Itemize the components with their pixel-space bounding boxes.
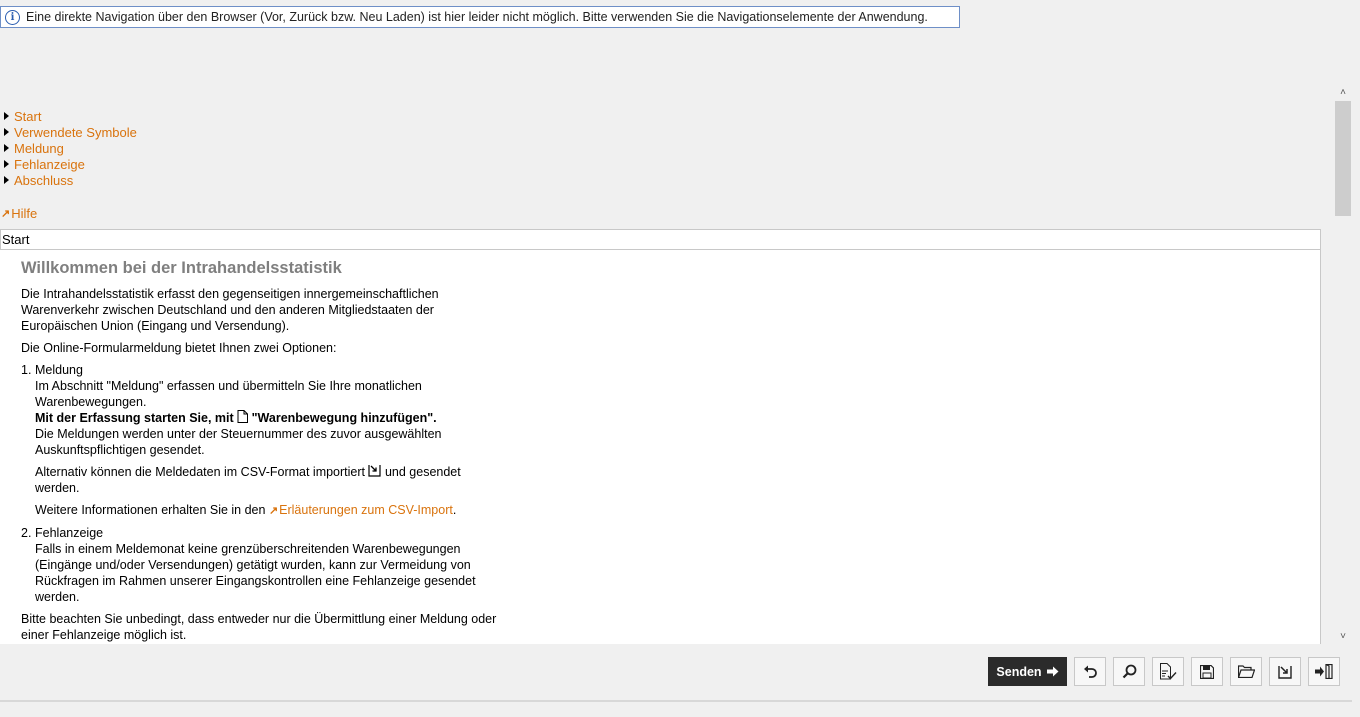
exit-icon [1315, 664, 1333, 679]
page-title: Willkommen bei der Intrahandelsstatistik [21, 259, 342, 277]
list-number: 2. [21, 526, 32, 540]
help-label[interactable]: Hilfe [11, 206, 37, 221]
csv-import-text: Alternativ können die Meldedaten im CSV-… [35, 464, 501, 496]
csv-import-link[interactable]: ↗Erläuterungen zum CSV-Import [269, 503, 453, 517]
check-document-button[interactable] [1152, 657, 1184, 686]
info-line: Weitere Informationen erhalten Sie in de… [35, 502, 501, 519]
intro-text: Die Intrahandelsstatistik erfasst den ge… [21, 287, 439, 333]
section-header: Start [0, 229, 1321, 250]
list-number: 1. [21, 363, 32, 377]
save-button[interactable] [1191, 657, 1223, 686]
exit-button[interactable] [1308, 657, 1340, 686]
nav-item-label[interactable]: Fehlanzeige [14, 157, 85, 172]
expand-triangle-icon [4, 176, 9, 184]
csv-prefix: Alternativ können die Meldedaten im CSV-… [35, 465, 369, 479]
content-panel: Willkommen bei der Intrahandelsstatistik… [0, 250, 1321, 644]
vertical-scrollbar[interactable]: ˄ ˅ [1334, 85, 1352, 645]
nav-item-label[interactable]: Abschluss [14, 173, 73, 188]
search-button[interactable] [1113, 657, 1145, 686]
list-item-fehlanzeige: 2. Fehlanzeige [21, 525, 501, 541]
scroll-up-arrow-icon[interactable]: ˄ [1337, 87, 1349, 98]
list-title: Meldung [35, 363, 83, 377]
expand-triangle-icon [4, 144, 9, 152]
send-button[interactable]: Senden [988, 657, 1067, 686]
import-button[interactable] [1269, 657, 1301, 686]
list-title: Fehlanzeige [35, 526, 104, 540]
content-body: Willkommen bei der Intrahandelsstatistik… [21, 259, 501, 644]
info-banner-text: Eine direkte Navigation über den Browser… [26, 10, 928, 24]
list-item-meldung: 1. Meldung [21, 362, 501, 378]
info-banner: i Eine direkte Navigation über den Brows… [0, 6, 960, 28]
undo-button[interactable] [1074, 657, 1106, 686]
import-icon [368, 465, 382, 477]
meldung-details: Im Abschnitt "Meldung" erfassen und über… [21, 378, 501, 519]
meldung-bold-instruction: Mit der Erfassung starten Sie, mit "Ware… [35, 410, 501, 426]
note-text: Bitte beachten Sie unbedingt, dass entwe… [21, 612, 497, 642]
nav-item-abschluss[interactable]: Abschluss [4, 172, 137, 188]
external-link-icon: ↗ [1, 208, 11, 220]
nav-item-fehlanzeige[interactable]: Fehlanzeige [4, 156, 137, 172]
fehlanzeige-text: Falls in einem Meldemonat keine grenzübe… [35, 542, 476, 604]
save-icon [1200, 664, 1214, 679]
check-document-icon [1160, 663, 1177, 680]
send-label: Senden [996, 664, 1042, 679]
open-folder-icon [1237, 665, 1255, 678]
expand-triangle-icon [4, 112, 9, 120]
nav-item-label[interactable]: Meldung [14, 141, 64, 156]
csv-import-link-label[interactable]: Erläuterungen zum CSV-Import [279, 503, 453, 517]
nav-item-start[interactable]: Start [4, 108, 137, 124]
arrow-right-icon [1046, 666, 1059, 677]
nav-item-verwendete-symbole[interactable]: Verwendete Symbole [4, 124, 137, 140]
undo-icon [1083, 665, 1097, 678]
navigation-tree: Start Verwendete Symbole Meldung Fehlanz… [4, 108, 137, 188]
meldung-text: Im Abschnitt "Meldung" erfassen und über… [35, 379, 422, 409]
fehlanzeige-details: Falls in einem Meldemonat keine grenzübe… [21, 541, 501, 605]
info-icon: i [5, 9, 20, 25]
expand-triangle-icon [4, 128, 9, 136]
search-icon [1122, 664, 1136, 679]
info-suffix: . [452, 503, 457, 517]
bottom-divider [0, 700, 1352, 702]
info-prefix: Weitere Informationen erhalten Sie in de… [35, 503, 269, 517]
bottom-toolbar: Senden [988, 657, 1340, 686]
nav-item-label[interactable]: Verwendete Symbole [14, 125, 137, 140]
nav-item-label[interactable]: Start [14, 109, 41, 124]
options-intro: Die Online-Formularmeldung bietet Ihnen … [21, 341, 337, 355]
open-folder-button[interactable] [1230, 657, 1262, 686]
bold-suffix: "Warenbewegung hinzufügen". [248, 411, 437, 425]
nav-item-meldung[interactable]: Meldung [4, 140, 137, 156]
help-link[interactable]: ↗ Hilfe [1, 206, 37, 221]
new-document-icon [237, 410, 249, 423]
expand-triangle-icon [4, 160, 9, 168]
external-link-icon: ↗ [268, 505, 279, 517]
bold-prefix: Mit der Erfassung starten Sie, mit [35, 411, 238, 425]
meldung-steuernummer-text: Die Meldungen werden unter der Steuernum… [35, 427, 442, 457]
scroll-thumb[interactable] [1335, 101, 1351, 216]
import-icon [1278, 665, 1292, 679]
scroll-down-arrow-icon[interactable]: ˅ [1337, 631, 1349, 642]
